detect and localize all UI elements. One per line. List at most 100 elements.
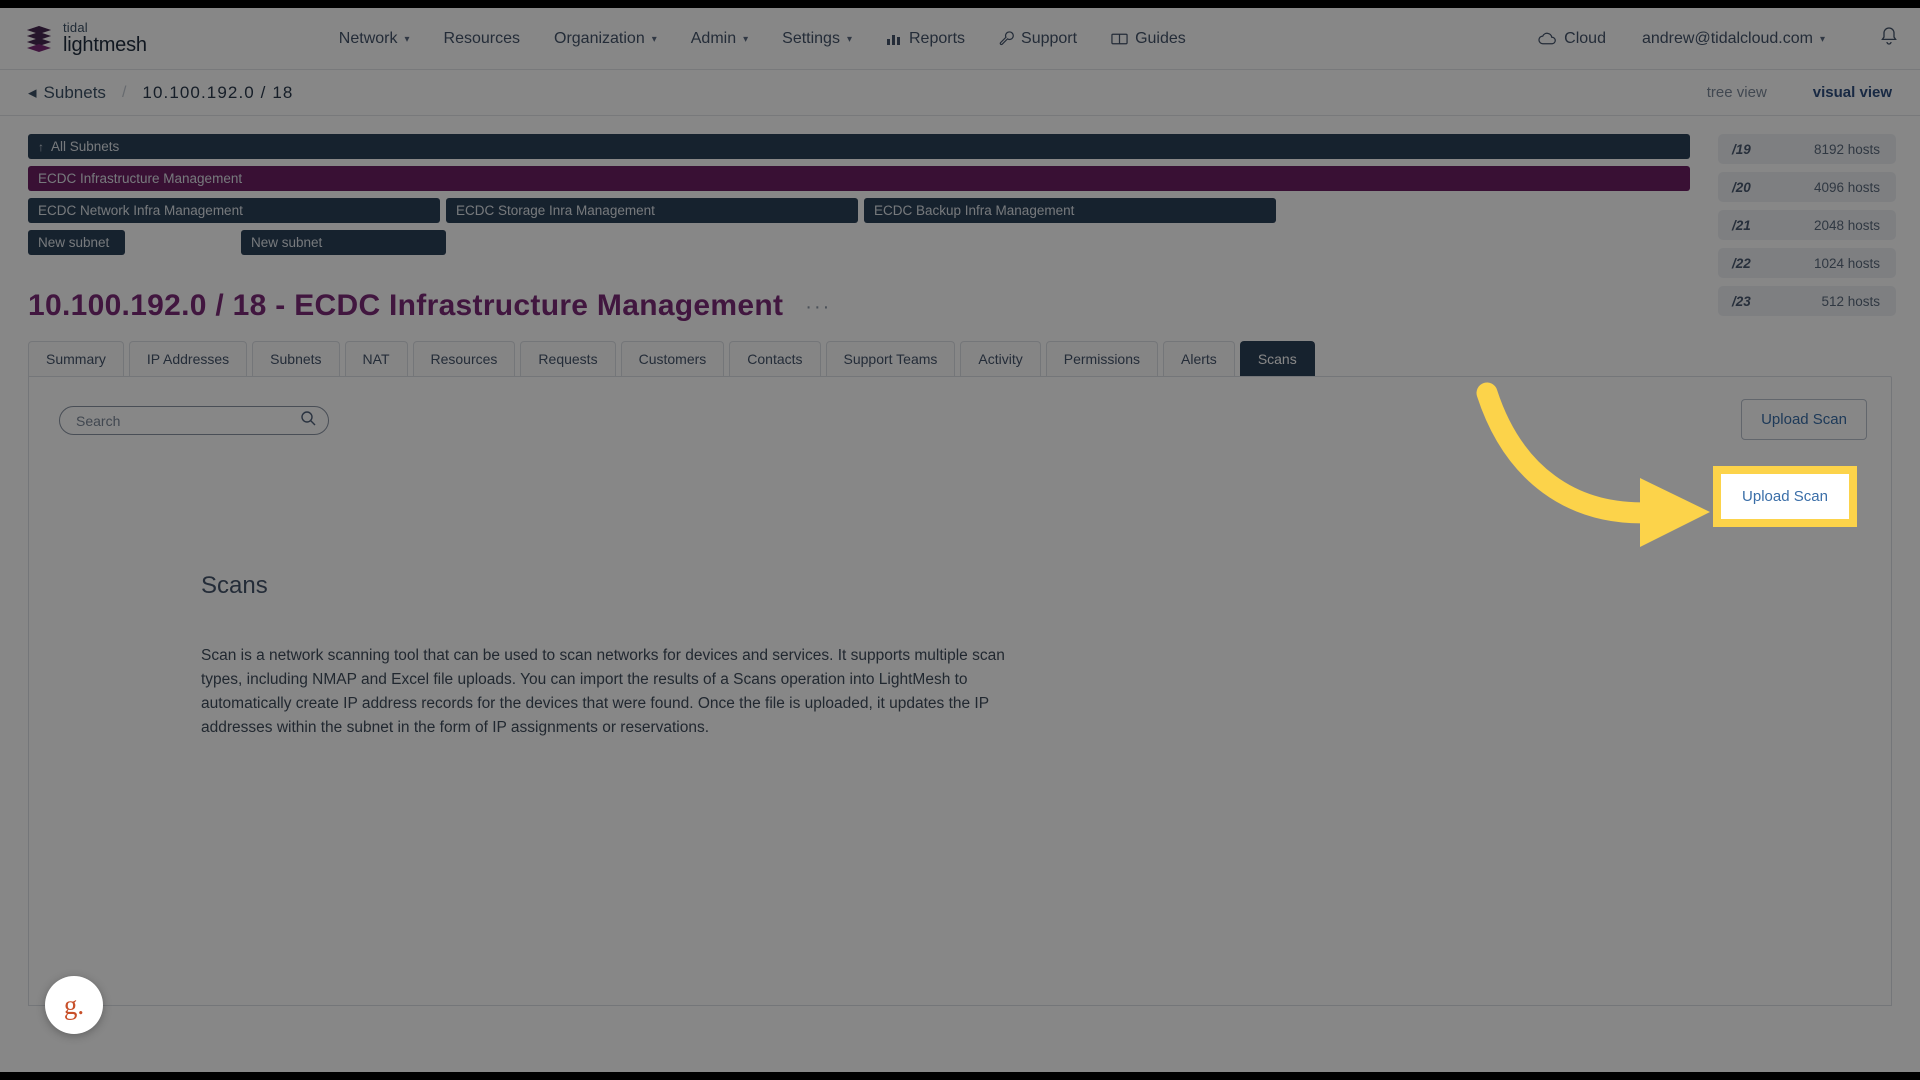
account-menu[interactable]: andrew@tidalcloud.com ▾ [1625, 24, 1842, 54]
subnet-bar-backup-infra[interactable]: ECDC Backup Infra Management [864, 198, 1276, 223]
cidr-option-19[interactable]: /19 8192 hosts [1718, 134, 1896, 164]
brand-line-2: lightmesh [63, 33, 147, 56]
tab-activity[interactable]: Activity [960, 341, 1041, 376]
brand-logo[interactable]: tidal lightmesh [24, 21, 147, 56]
left-arrow-icon: ◂ [28, 82, 37, 102]
stacked-layers-icon [24, 23, 54, 53]
tab-nat[interactable]: NAT [344, 341, 408, 376]
breadcrumb-current: 10.100.192.0 / 18 [142, 82, 294, 102]
search-box[interactable] [59, 406, 329, 435]
cidr-option-22[interactable]: /22 1024 hosts [1718, 248, 1896, 278]
scans-heading: Scans [201, 572, 268, 599]
search-input[interactable] [76, 412, 300, 429]
subnet-bar-network-infra[interactable]: ECDC Network Infra Management [28, 198, 440, 223]
tab-subnets[interactable]: Subnets [252, 341, 340, 376]
chevron-down-icon: ▾ [743, 34, 749, 45]
breadcrumb-back-subnets[interactable]: ◂ Subnets [28, 83, 106, 103]
subnet-bar-new-subnet-2[interactable]: New subnet [241, 230, 446, 255]
subnet-bar-label: ECDC Network Infra Management [38, 203, 243, 218]
overflow-menu-icon[interactable]: ··· [805, 296, 831, 319]
cidr-option-21[interactable]: /21 2048 hosts [1718, 210, 1896, 240]
cidr-option-20[interactable]: /20 4096 hosts [1718, 172, 1896, 202]
bar-chart-icon [886, 32, 902, 46]
nav-label: Settings [782, 29, 840, 47]
tab-label: Resources [430, 351, 498, 367]
subnet-bar-selected[interactable]: ECDC Infrastructure Management [28, 166, 1690, 191]
tab-scans[interactable]: Scans [1239, 341, 1315, 376]
tab-support-teams[interactable]: Support Teams [825, 341, 956, 376]
tab-label: Permissions [1063, 351, 1141, 367]
tab-label: Customers [638, 351, 707, 367]
tab-permissions[interactable]: Permissions [1045, 341, 1159, 376]
scans-description: Scan is a network scanning tool that can… [201, 647, 1005, 737]
tab-requests[interactable]: Requests [520, 341, 616, 376]
nav-item-settings[interactable]: Settings ▾ [765, 24, 869, 54]
cidr-option-23[interactable]: /23 512 hosts [1718, 286, 1896, 316]
cidr-prefix: /21 [1732, 217, 1751, 233]
breadcrumb-back-label: Subnets [43, 82, 106, 102]
nav-item-support[interactable]: Support [982, 24, 1094, 54]
cidr-prefix: /19 [1732, 141, 1751, 157]
page-title-row: 10.100.192.0 / 18 - ECDC Infrastructure … [28, 289, 1920, 323]
nav-item-admin[interactable]: Admin ▾ [674, 24, 765, 54]
subnet-bar-storage-infra[interactable]: ECDC Storage Inra Management [446, 198, 858, 223]
header-right-cluster: Cloud andrew@tidalcloud.com ▾ [1521, 24, 1898, 54]
tab-summary[interactable]: Summary [28, 341, 124, 376]
nav-label: Guides [1135, 29, 1186, 47]
subnet-bar-all-subnets[interactable]: ↑ All Subnets [28, 134, 1690, 159]
book-icon [1111, 32, 1128, 46]
chevron-down-icon: ▾ [404, 34, 410, 45]
subnet-bar-label: All Subnets [51, 139, 120, 154]
view-toggle: tree view visual view [1707, 84, 1892, 101]
nav-label: Resources [443, 29, 520, 47]
account-email: andrew@tidalcloud.com [1641, 29, 1813, 47]
tab-label: Scans [1257, 351, 1297, 367]
view-link-tree[interactable]: tree view [1707, 84, 1767, 101]
tab-label: Summary [46, 351, 106, 367]
cidr-prefix: /20 [1732, 179, 1751, 195]
tab-label: Activity [978, 351, 1023, 367]
nav-label: Reports [908, 29, 966, 47]
breadcrumb-separator: / [121, 83, 127, 101]
breadcrumb: ◂ Subnets / 10.100.192.0 / 18 tree view … [0, 70, 1920, 116]
nav-item-organization[interactable]: Organization ▾ [537, 24, 674, 54]
subnet-children-row: ECDC Network Infra Management ECDC Stora… [28, 198, 1690, 223]
wrench-icon [999, 31, 1014, 46]
bottom-letterbox [0, 1072, 1920, 1080]
cloud-switcher[interactable]: Cloud [1521, 24, 1623, 54]
subnet-bar-label: New subnet [38, 235, 110, 250]
cidr-prefix: /23 [1732, 293, 1751, 309]
tab-resources[interactable]: Resources [412, 341, 516, 376]
tab-contacts[interactable]: Contacts [729, 341, 821, 376]
cidr-hosts: 4096 hosts [1813, 179, 1880, 195]
nav-item-guides[interactable]: Guides [1094, 24, 1203, 54]
nav-label: Network [338, 29, 398, 47]
app-header: tidal lightmesh Network ▾ Resources Orga… [0, 8, 1920, 70]
view-link-visual[interactable]: visual view [1813, 84, 1892, 101]
upload-scan-button[interactable]: Upload Scan [1741, 399, 1867, 440]
tab-label: Contacts [747, 351, 803, 367]
subnet-bar-label: ECDC Infrastructure Management [38, 171, 243, 186]
search-icon[interactable] [300, 410, 316, 431]
nav-item-reports[interactable]: Reports [869, 24, 982, 54]
chevron-down-icon: ▾ [1819, 34, 1825, 45]
subnet-new-row: New subnet New subnet [28, 230, 1690, 255]
tab-alerts[interactable]: Alerts [1163, 341, 1235, 376]
nav-item-network[interactable]: Network ▾ [322, 24, 427, 54]
help-widget-button[interactable]: g. [45, 976, 103, 1034]
cidr-hosts: 2048 hosts [1813, 217, 1880, 233]
tab-customers[interactable]: Customers [620, 341, 725, 376]
main-nav: Network ▾ Resources Organization ▾ Admin… [322, 24, 1203, 54]
scans-panel: Upload Scan Scans Scan is a network scan… [28, 376, 1892, 1006]
tab-ip-addresses[interactable]: IP Addresses [128, 341, 248, 376]
bell-icon[interactable] [1880, 26, 1898, 51]
top-letterbox [0, 0, 1920, 8]
subnet-bar-new-subnet-1[interactable]: New subnet [28, 230, 125, 255]
cidr-prefix: /22 [1732, 255, 1751, 271]
up-arrow-icon: ↑ [38, 139, 44, 154]
cloud-icon [1538, 32, 1557, 45]
chevron-down-icon: ▾ [651, 34, 657, 45]
cloud-label: Cloud [1564, 29, 1606, 47]
nav-item-resources[interactable]: Resources [427, 24, 537, 54]
cidr-hosts: 8192 hosts [1813, 141, 1880, 157]
